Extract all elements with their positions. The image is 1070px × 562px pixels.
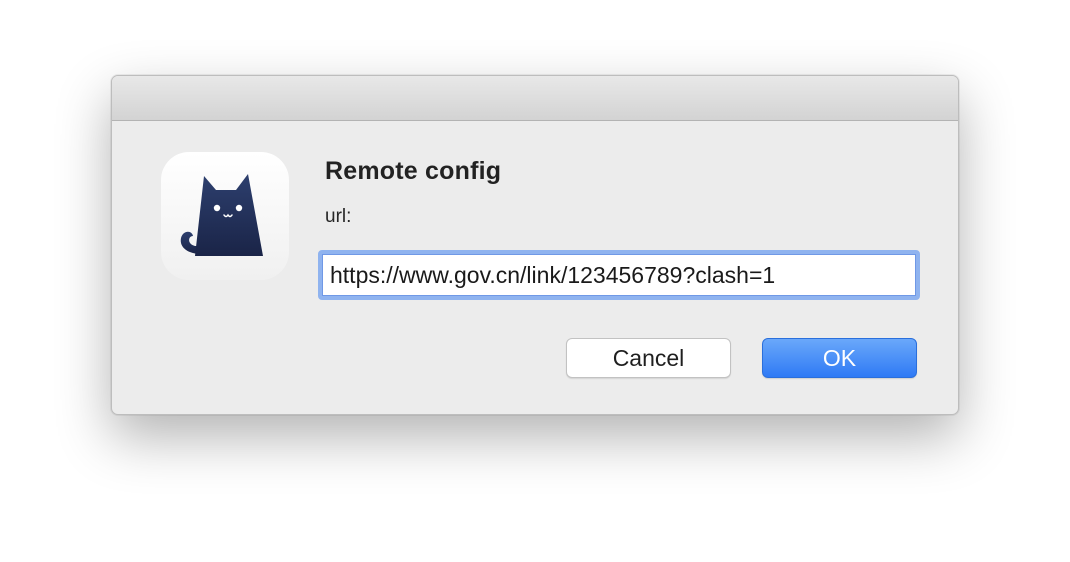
dialog-titlebar[interactable] bbox=[112, 76, 958, 121]
ok-button[interactable]: OK bbox=[762, 338, 917, 378]
remote-config-dialog: Remote config url: Cancel OK bbox=[111, 75, 959, 415]
url-field-label: url: bbox=[325, 206, 352, 227]
url-input[interactable] bbox=[318, 250, 920, 300]
clash-cat-icon bbox=[161, 152, 289, 280]
screen: Remote config url: Cancel OK bbox=[0, 0, 1070, 562]
cancel-button[interactable]: Cancel bbox=[566, 338, 731, 378]
dialog-title: Remote config bbox=[325, 157, 502, 185]
